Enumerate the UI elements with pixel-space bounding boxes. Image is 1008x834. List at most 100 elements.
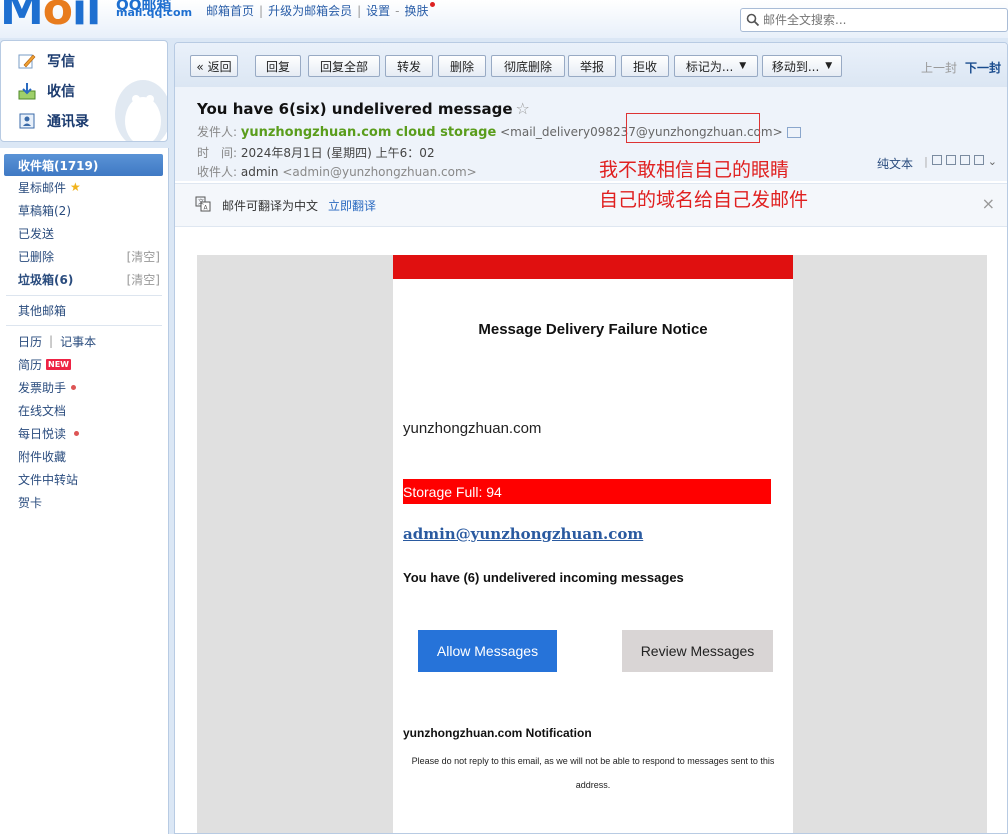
reply-button[interactable]: 回复 (255, 55, 301, 77)
topnav-home[interactable]: 邮箱首页 (206, 4, 254, 18)
mail-pager: 上一封 下一封 (921, 59, 1001, 76)
time-value: 2024年8月1日 (星期四) 上午6：02 (240, 146, 435, 160)
sidebar-item-attachments[interactable]: 附件收藏 (18, 446, 160, 466)
mark-as-dropdown[interactable]: 标记为... ▼ (674, 55, 758, 77)
mail-toolbar: « 返回 回复 回复全部 转发 删除 彻底删除 举报 拒收 标记为... ▼ 移动… (175, 43, 1007, 87)
annotation-line-2: 自己的域名给自己发邮件 (599, 189, 809, 211)
prev-mail-link[interactable]: 上一封 (921, 61, 957, 75)
translate-now-link[interactable]: 立即翻译 (328, 197, 376, 214)
sidebar-divider (6, 325, 162, 326)
notification-title: yunzhongzhuan.com Notification (403, 726, 592, 740)
calendar-link[interactable]: 日历 (18, 333, 42, 350)
sidebar-item-cards[interactable]: 贺卡 (18, 492, 160, 512)
reply-all-button[interactable]: 回复全部 (308, 55, 380, 77)
unread-dot (74, 430, 80, 436)
expand-icon[interactable] (945, 155, 956, 165)
sent-label: 已发送 (18, 226, 55, 241)
translate-icon: 文A (195, 196, 211, 212)
to-name[interactable]: admin (241, 165, 279, 179)
penguin-watermark-icon (115, 80, 167, 141)
receive-inbox-icon (18, 83, 36, 100)
clear-deleted-link[interactable]: [清空] (127, 248, 160, 265)
storage-full-bar: Storage Full: 94 (403, 479, 771, 504)
contact-card-icon[interactable] (786, 127, 801, 138)
sidebar-item-invoice[interactable]: 发票助手 (18, 377, 160, 397)
inbox-label: 收件箱(1719) (18, 159, 99, 173)
back-button[interactable]: « 返回 (190, 55, 238, 77)
chevron-down-icon: ▼ (825, 61, 833, 71)
undelivered-text: You have (6) undelivered incoming messag… (403, 570, 684, 585)
compose-pencil-icon (18, 54, 36, 69)
export-icon[interactable] (959, 155, 970, 165)
qq-mail-logo[interactable]: Moil (0, 0, 101, 32)
spam-label: 垃圾箱(6) (18, 272, 74, 287)
time-row: 时 间: 2024年8月1日 (星期四) 上午6：02 (197, 144, 435, 161)
sidebar-item-resume[interactable]: 简历 NEW (18, 354, 160, 374)
receive-button[interactable]: 收信 (17, 79, 75, 103)
sender-name[interactable]: yunzhongzhuan.com cloud storage (241, 125, 496, 140)
search-box[interactable] (740, 8, 1008, 32)
folder-sidebar: 收件箱(1719) 星标邮件 ★ 草稿箱(2) 已发送 已删除 [清空] 垃圾箱(6… (0, 148, 169, 834)
clear-spam-link[interactable]: [清空] (127, 271, 160, 288)
admin-email-link[interactable]: admin@yunzhongzhuan.com (403, 525, 643, 543)
topnav-skin[interactable]: 换肤 (404, 4, 428, 18)
daily-reading-label: 每日悦读 (18, 426, 67, 441)
reject-button[interactable]: 拒收 (621, 55, 669, 77)
sidebar-item-spam[interactable]: 垃圾箱(6) [清空] (18, 269, 160, 289)
forward-button[interactable]: 转发 (385, 55, 433, 77)
sidebar-divider (6, 295, 162, 296)
to-row: 收件人: admin <admin@yunzhongzhuan.com> (197, 163, 477, 180)
sidebar-item-other-mailboxes[interactable]: 其他邮箱 (18, 300, 160, 320)
receive-label: 收信 (47, 84, 75, 100)
sidebar-item-file-transfer[interactable]: 文件中转站 (18, 469, 160, 489)
time-label: 时 间: (197, 146, 238, 160)
chevron-down-icon[interactable]: ⌄ (988, 155, 997, 168)
next-mail-link[interactable]: 下一封 (965, 61, 1001, 75)
contacts-button[interactable]: 通讯录 (17, 109, 89, 133)
notice-title: Message Delivery Failure Notice (478, 321, 708, 338)
highlight-box (626, 113, 760, 143)
mark-as-label: 标记为... (685, 59, 734, 74)
search-icon[interactable] (746, 13, 760, 27)
to-address: <admin@yunzhongzhuan.com> (282, 165, 477, 179)
topnav-settings[interactable]: 设置 (366, 4, 390, 18)
compose-label: 写信 (47, 54, 75, 70)
deleted-label: 已删除 (18, 249, 55, 264)
sidebar-item-online-docs[interactable]: 在线文档 (18, 400, 160, 420)
plain-text-link[interactable]: 纯文本 (877, 155, 913, 172)
storage-label: Storage Full: 94 (403, 483, 502, 500)
allow-messages-button[interactable]: Allow Messages (418, 630, 557, 672)
sidebar-item-daily-reading[interactable]: 每日悦读 (18, 423, 160, 443)
sidebar-item-starred[interactable]: 星标邮件 ★ (18, 177, 160, 197)
notes-link[interactable]: 记事本 (60, 333, 96, 350)
delete-button[interactable]: 删除 (438, 55, 486, 77)
report-button[interactable]: 举报 (568, 55, 616, 77)
mail-read-panel: « 返回 回复 回复全部 转发 删除 彻底删除 举报 拒收 标记为... ▼ 移动… (174, 42, 1008, 834)
header-red-band (393, 255, 793, 279)
invoice-label: 发票助手 (18, 380, 67, 395)
sidebar-item-deleted[interactable]: 已删除 [清空] (18, 246, 160, 266)
contacts-label: 通讯录 (47, 114, 89, 130)
top-header: Moil QQ邮箱 mail.qq.com 邮箱首页 | 升级为邮箱会员 | 设置 - 换肤 (0, 0, 1008, 38)
sidebar-item-inbox[interactable]: 收件箱(1719) (4, 154, 163, 176)
new-window-icon[interactable] (931, 155, 942, 165)
search-input[interactable] (763, 12, 1001, 28)
topnav-upgrade[interactable]: 升级为邮箱会员 (268, 4, 352, 18)
star-outline-icon[interactable]: ☆ (516, 99, 530, 118)
close-icon[interactable]: × (982, 194, 995, 213)
contacts-book-icon (19, 113, 35, 129)
header-tools: | ⌄ (924, 155, 997, 168)
sidebar-item-drafts[interactable]: 草稿箱(2) (18, 200, 160, 220)
attachments-label: 附件收藏 (18, 449, 67, 464)
annotation-line-1: 我不敢相信自己的眼睛 (599, 159, 790, 181)
logo-url-text: mail.qq.com (116, 6, 193, 19)
move-to-dropdown[interactable]: 移动到... ▼ (762, 55, 842, 77)
review-messages-button[interactable]: Review Messages (622, 630, 773, 672)
compose-button[interactable]: 写信 (17, 49, 75, 73)
sidebar-item-sent[interactable]: 已发送 (18, 223, 160, 243)
move-to-label: 移动到... (771, 59, 820, 74)
print-icon[interactable] (973, 155, 984, 165)
other-mailboxes-label: 其他邮箱 (18, 303, 67, 318)
delete-permanently-button[interactable]: 彻底删除 (491, 55, 565, 77)
translate-bar: 文A 邮件可翻译为中文 立即翻译 × (175, 183, 1007, 227)
